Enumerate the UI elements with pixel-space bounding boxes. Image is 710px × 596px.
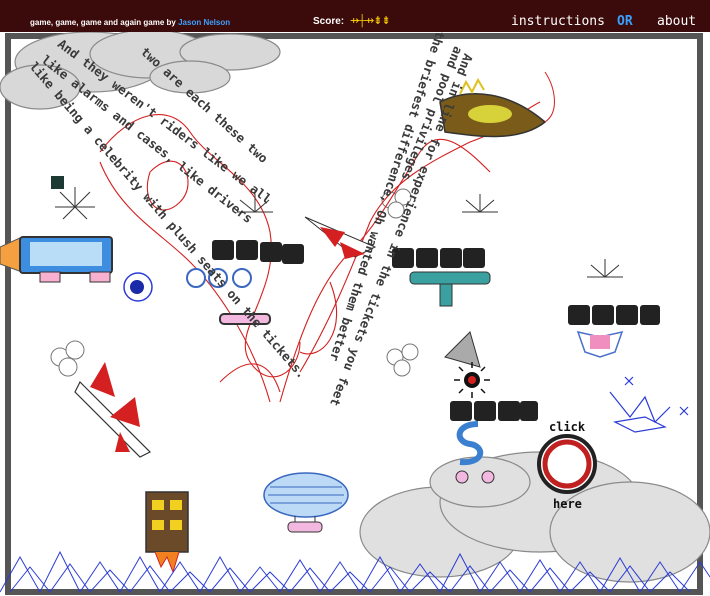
score-value: ⇸┼⇸⇟⇟	[350, 15, 391, 27]
game-board[interactable]: And they weren't riders like we all like…	[0, 29, 710, 596]
top-bar: game, game, game and again game by Jason…	[0, 0, 710, 32]
spiky-mine	[454, 362, 490, 398]
click-label: click	[549, 420, 586, 434]
title-text: game, game, game and again game	[30, 18, 165, 27]
about-link[interactable]: about	[657, 14, 696, 29]
game-title: game, game, game and again game by Jason…	[30, 18, 230, 27]
score-label: Score:	[313, 16, 345, 27]
author-link[interactable]: Jason Nelson	[178, 18, 230, 27]
dark-square	[51, 176, 64, 189]
or-label: OR	[617, 14, 633, 29]
by-text: by	[166, 18, 176, 27]
instructions-link[interactable]: instructions	[511, 14, 605, 29]
click-here-button[interactable]	[537, 434, 597, 494]
here-label: here	[553, 497, 582, 511]
blue-eye-creature	[123, 272, 153, 302]
